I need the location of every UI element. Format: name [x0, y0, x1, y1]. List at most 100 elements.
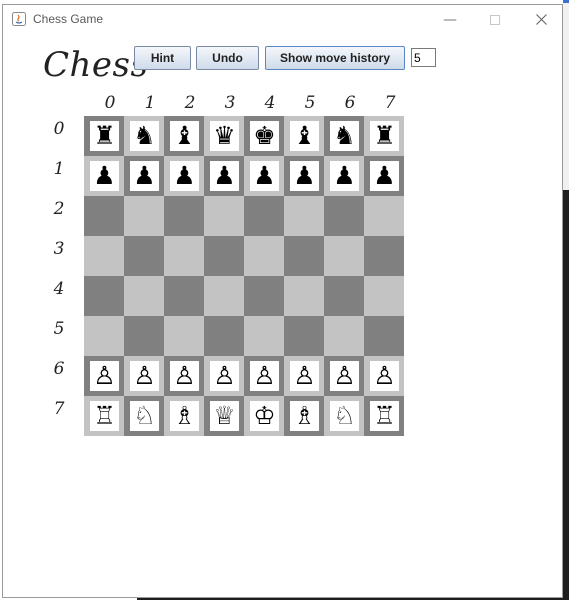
board-square[interactable]: ♙: [84, 356, 124, 396]
black-pawn-icon[interactable]: ♟: [330, 161, 359, 191]
board-square[interactable]: [244, 276, 284, 316]
black-rook-icon[interactable]: ♜: [90, 121, 119, 151]
board-square[interactable]: ♗: [164, 396, 204, 436]
white-pawn-icon[interactable]: ♙: [290, 361, 319, 391]
board-square[interactable]: ♞: [324, 116, 364, 156]
board-square[interactable]: ♙: [244, 356, 284, 396]
board-square[interactable]: [164, 236, 204, 276]
board-square[interactable]: [84, 196, 124, 236]
board-square[interactable]: ♝: [284, 116, 324, 156]
white-pawn-icon[interactable]: ♙: [90, 361, 119, 391]
board-square[interactable]: ♜: [364, 116, 404, 156]
board-square[interactable]: ♙: [284, 356, 324, 396]
board-square[interactable]: ♟: [324, 156, 364, 196]
board-square[interactable]: ♘: [124, 396, 164, 436]
black-pawn-icon[interactable]: ♟: [170, 161, 199, 191]
board-square[interactable]: [364, 236, 404, 276]
black-rook-icon[interactable]: ♜: [370, 121, 399, 151]
white-pawn-icon[interactable]: ♙: [210, 361, 239, 391]
maximize-icon[interactable]: [484, 11, 506, 29]
black-queen-icon[interactable]: ♛: [210, 121, 239, 151]
board-square[interactable]: ♚: [244, 116, 284, 156]
board-square[interactable]: ♝: [164, 116, 204, 156]
board-square[interactable]: [164, 196, 204, 236]
board-square[interactable]: ♙: [124, 356, 164, 396]
board-square[interactable]: [364, 316, 404, 356]
board-square[interactable]: [244, 196, 284, 236]
black-bishop-icon[interactable]: ♝: [170, 121, 199, 151]
board-square[interactable]: [124, 236, 164, 276]
board-square[interactable]: [324, 316, 364, 356]
board-square[interactable]: [244, 236, 284, 276]
black-pawn-icon[interactable]: ♟: [250, 161, 279, 191]
black-king-icon[interactable]: ♚: [250, 121, 279, 151]
undo-button[interactable]: Undo: [196, 46, 259, 70]
board-square[interactable]: [204, 316, 244, 356]
board-square[interactable]: [244, 316, 284, 356]
close-icon[interactable]: [530, 11, 552, 29]
white-knight-icon[interactable]: ♘: [330, 401, 359, 431]
black-pawn-icon[interactable]: ♟: [90, 161, 119, 191]
board-square[interactable]: [364, 276, 404, 316]
board-square[interactable]: ♟: [244, 156, 284, 196]
title-bar[interactable]: Chess Game —: [3, 5, 562, 35]
white-rook-icon[interactable]: ♖: [370, 401, 399, 431]
white-king-icon[interactable]: ♔: [250, 401, 279, 431]
board-square[interactable]: ♙: [324, 356, 364, 396]
board-square[interactable]: ♙: [204, 356, 244, 396]
board-square[interactable]: [204, 196, 244, 236]
board-square[interactable]: [84, 276, 124, 316]
board-square[interactable]: [164, 276, 204, 316]
board-square[interactable]: ♔: [244, 396, 284, 436]
black-knight-icon[interactable]: ♞: [130, 121, 159, 151]
white-pawn-icon[interactable]: ♙: [130, 361, 159, 391]
white-pawn-icon[interactable]: ♙: [330, 361, 359, 391]
black-pawn-icon[interactable]: ♟: [370, 161, 399, 191]
board-square[interactable]: ♟: [364, 156, 404, 196]
board-square[interactable]: [84, 316, 124, 356]
board-square[interactable]: ♜: [84, 116, 124, 156]
white-pawn-icon[interactable]: ♙: [250, 361, 279, 391]
board-square[interactable]: [84, 236, 124, 276]
board-square[interactable]: ♗: [284, 396, 324, 436]
board-square[interactable]: ♙: [364, 356, 404, 396]
board-square[interactable]: [324, 196, 364, 236]
black-bishop-icon[interactable]: ♝: [290, 121, 319, 151]
board-square[interactable]: [284, 316, 324, 356]
board-square[interactable]: [124, 316, 164, 356]
white-bishop-icon[interactable]: ♗: [170, 401, 199, 431]
board-square[interactable]: [124, 196, 164, 236]
board-square[interactable]: [204, 236, 244, 276]
board-square[interactable]: [364, 196, 404, 236]
board-square[interactable]: [164, 316, 204, 356]
board-square[interactable]: ♘: [324, 396, 364, 436]
board-square[interactable]: [284, 276, 324, 316]
board-square[interactable]: ♛: [204, 116, 244, 156]
white-pawn-icon[interactable]: ♙: [370, 361, 399, 391]
board-square[interactable]: ♖: [84, 396, 124, 436]
board-square[interactable]: ♞: [124, 116, 164, 156]
board-square[interactable]: ♟: [284, 156, 324, 196]
board-square[interactable]: ♟: [84, 156, 124, 196]
black-pawn-icon[interactable]: ♟: [290, 161, 319, 191]
board-square[interactable]: [204, 276, 244, 316]
white-knight-icon[interactable]: ♘: [130, 401, 159, 431]
board-square[interactable]: [124, 276, 164, 316]
black-knight-icon[interactable]: ♞: [330, 121, 359, 151]
board-square[interactable]: [324, 276, 364, 316]
black-pawn-icon[interactable]: ♟: [130, 161, 159, 191]
board-square[interactable]: ♟: [124, 156, 164, 196]
board-square[interactable]: ♖: [364, 396, 404, 436]
board-square[interactable]: ♙: [164, 356, 204, 396]
board-square[interactable]: [284, 196, 324, 236]
white-rook-icon[interactable]: ♖: [90, 401, 119, 431]
minimize-icon[interactable]: —: [439, 11, 461, 29]
white-bishop-icon[interactable]: ♗: [290, 401, 319, 431]
board-square[interactable]: [284, 236, 324, 276]
black-pawn-icon[interactable]: ♟: [210, 161, 239, 191]
hint-button[interactable]: Hint: [134, 46, 191, 70]
board-square[interactable]: ♟: [164, 156, 204, 196]
white-pawn-icon[interactable]: ♙: [170, 361, 199, 391]
board-square[interactable]: ♟: [204, 156, 244, 196]
white-queen-icon[interactable]: ♕: [210, 401, 239, 431]
